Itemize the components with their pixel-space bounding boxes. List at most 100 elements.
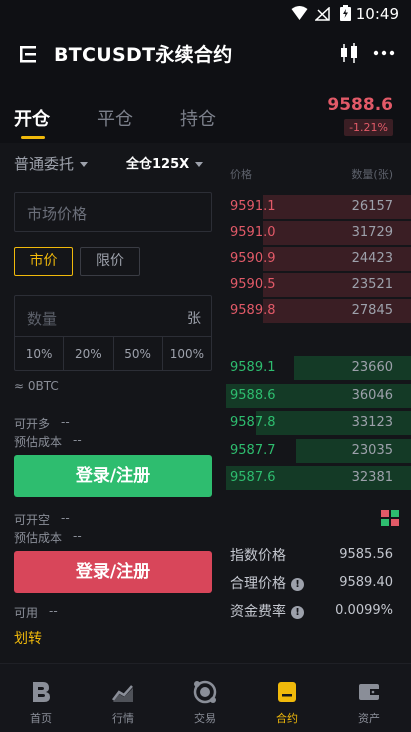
nav-contract-label: 合约 bbox=[276, 712, 298, 725]
orderbook-bid-row[interactable]: 9587.8 33123 bbox=[226, 411, 411, 435]
percent-50-button[interactable]: 50% bbox=[114, 337, 163, 371]
quantity-unit: 张 bbox=[187, 311, 201, 327]
orderbook-qty-header: 数量(张) bbox=[351, 168, 393, 181]
nav-contract[interactable]: 合约 bbox=[246, 664, 328, 732]
orderbook-ask-row[interactable]: 9591.1 26157 bbox=[226, 195, 411, 219]
ask-quantity: 31729 bbox=[351, 225, 393, 240]
bid-quantity: 36046 bbox=[351, 387, 393, 403]
orderbook-ask-row[interactable]: 9590.5 23521 bbox=[226, 273, 411, 297]
long-cost-value: -- bbox=[73, 433, 82, 447]
ask-quantity: 27845 bbox=[351, 303, 393, 318]
drawer-menu-icon[interactable] bbox=[20, 44, 42, 64]
nav-home[interactable]: 首页 bbox=[0, 664, 82, 732]
fair-price-label: 合理价格! bbox=[230, 573, 304, 593]
ask-price: 9590.9 bbox=[230, 251, 276, 266]
percent-10-button[interactable]: 10% bbox=[15, 337, 65, 371]
ask-price: 9590.5 bbox=[230, 277, 276, 292]
bid-quantity: 23660 bbox=[351, 360, 393, 375]
fair-price-text: 合理价格 bbox=[230, 576, 286, 592]
short-login-button[interactable]: 登录/注册 bbox=[14, 551, 212, 593]
orderbook-price-header: 价格 bbox=[230, 168, 252, 181]
tab-close[interactable]: 平仓 bbox=[97, 105, 133, 131]
info-icon[interactable]: ! bbox=[291, 606, 304, 619]
wifi-icon bbox=[291, 6, 308, 20]
status-time: 10:49 bbox=[355, 5, 399, 23]
candlestick-chart-icon[interactable] bbox=[339, 42, 361, 64]
long-open-label: 可开多 bbox=[14, 417, 51, 431]
short-cost-label: 预估成本 bbox=[14, 531, 63, 545]
orderbook-bid-row[interactable]: 9589.1 23660 bbox=[226, 356, 411, 380]
last-price: 9588.6 bbox=[327, 95, 393, 115]
nav-assets[interactable]: 资产 bbox=[328, 664, 410, 732]
orderbook-bid-row[interactable]: 9587.7 23035 bbox=[226, 438, 411, 463]
ask-price: 9591.1 bbox=[230, 199, 276, 214]
quantity-field[interactable]: 数量 张 10% 20% 50% 100% bbox=[14, 295, 212, 371]
available-label: 可用 bbox=[14, 606, 39, 620]
long-open-value: -- bbox=[61, 415, 70, 429]
index-price-text: 指数价格 bbox=[230, 548, 286, 564]
percent-100-button[interactable]: 100% bbox=[163, 337, 211, 371]
order-type-label: 普通委托 bbox=[14, 155, 75, 173]
orderbook-bid-row[interactable]: 9588.6 36046 bbox=[226, 383, 411, 408]
chart-icon bbox=[112, 685, 133, 702]
depth-toggle-icon[interactable] bbox=[381, 510, 399, 526]
bid-price: 9587.6 bbox=[230, 470, 276, 485]
more-icon[interactable] bbox=[373, 50, 395, 56]
nav-trade-label: 交易 bbox=[194, 712, 216, 725]
bid-price: 9588.6 bbox=[230, 387, 276, 403]
leverage-label: 全仓125X bbox=[126, 157, 190, 172]
battery-charging-icon bbox=[340, 5, 351, 21]
tab-open[interactable]: 开仓 bbox=[14, 105, 50, 131]
header: BTCUSDT永续合约 bbox=[0, 26, 411, 80]
nav-trade[interactable]: 交易 bbox=[164, 664, 246, 732]
limit-order-button[interactable]: 限价 bbox=[80, 247, 140, 276]
orderbook-ask-row[interactable]: 9591.0 31729 bbox=[226, 221, 411, 245]
bid-quantity: 23035 bbox=[351, 442, 393, 458]
nav-market-label: 行情 bbox=[112, 712, 134, 725]
market-price-field[interactable]: 市场价格 bbox=[14, 192, 212, 232]
tabs-row: 开仓 平仓 持仓 9588.6 -1.21% bbox=[0, 95, 411, 143]
bottom-nav: 首页 行情 交易 合约 资产 bbox=[0, 663, 411, 732]
home-logo-icon bbox=[33, 682, 50, 702]
info-icon[interactable]: ! bbox=[291, 578, 304, 591]
bid-quantity: 32381 bbox=[351, 470, 393, 485]
orderbook-bid-row[interactable]: 9587.6 32381 bbox=[226, 466, 411, 490]
percent-20-button[interactable]: 20% bbox=[64, 337, 114, 371]
index-price-label: 指数价格 bbox=[230, 545, 286, 565]
quantity-placeholder: 数量 bbox=[27, 310, 58, 328]
btc-equivalent: ≈ 0BTC bbox=[14, 379, 59, 393]
fair-price-value: 9589.40 bbox=[339, 575, 393, 590]
short-open-label: 可开空 bbox=[14, 513, 51, 527]
bid-price: 9587.8 bbox=[230, 415, 276, 430]
no-sim-icon bbox=[315, 7, 330, 21]
nav-home-label: 首页 bbox=[30, 712, 52, 725]
nav-assets-label: 资产 bbox=[358, 712, 380, 725]
percent-selector: 10% 20% 50% 100% bbox=[15, 336, 211, 371]
long-cost-label: 预估成本 bbox=[14, 435, 63, 449]
contract-icon bbox=[278, 682, 296, 702]
available-value: -- bbox=[49, 604, 58, 618]
market-order-button[interactable]: 市价 bbox=[14, 247, 73, 276]
page-title: BTCUSDT永续合约 bbox=[54, 44, 233, 66]
nav-market[interactable]: 行情 bbox=[82, 664, 164, 732]
active-tab-indicator bbox=[21, 136, 45, 139]
status-bar: 10:49 bbox=[0, 0, 411, 26]
orderbook-ask-row[interactable]: 9590.9 24423 bbox=[226, 247, 411, 271]
ask-price: 9589.8 bbox=[230, 303, 276, 318]
ask-quantity: 23521 bbox=[351, 277, 393, 292]
bid-price: 9589.1 bbox=[230, 360, 276, 375]
long-login-button[interactable]: 登录/注册 bbox=[14, 455, 212, 497]
price-change-badge: -1.21% bbox=[344, 119, 393, 136]
tab-positions[interactable]: 持仓 bbox=[180, 105, 216, 131]
chevron-down-icon bbox=[80, 162, 89, 167]
transfer-link[interactable]: 划转 bbox=[14, 628, 42, 648]
ask-quantity: 24423 bbox=[351, 251, 393, 266]
index-price-value: 9585.56 bbox=[339, 547, 393, 562]
ask-price: 9591.0 bbox=[230, 225, 276, 240]
short-open-value: -- bbox=[61, 511, 70, 525]
leverage-select[interactable]: 全仓125X bbox=[126, 153, 204, 172]
orderbook-ask-row[interactable]: 9589.8 27845 bbox=[226, 299, 411, 323]
trade-icon bbox=[193, 680, 217, 704]
order-type-select[interactable]: 普通委托 bbox=[14, 153, 89, 174]
bid-price: 9587.7 bbox=[230, 442, 276, 458]
